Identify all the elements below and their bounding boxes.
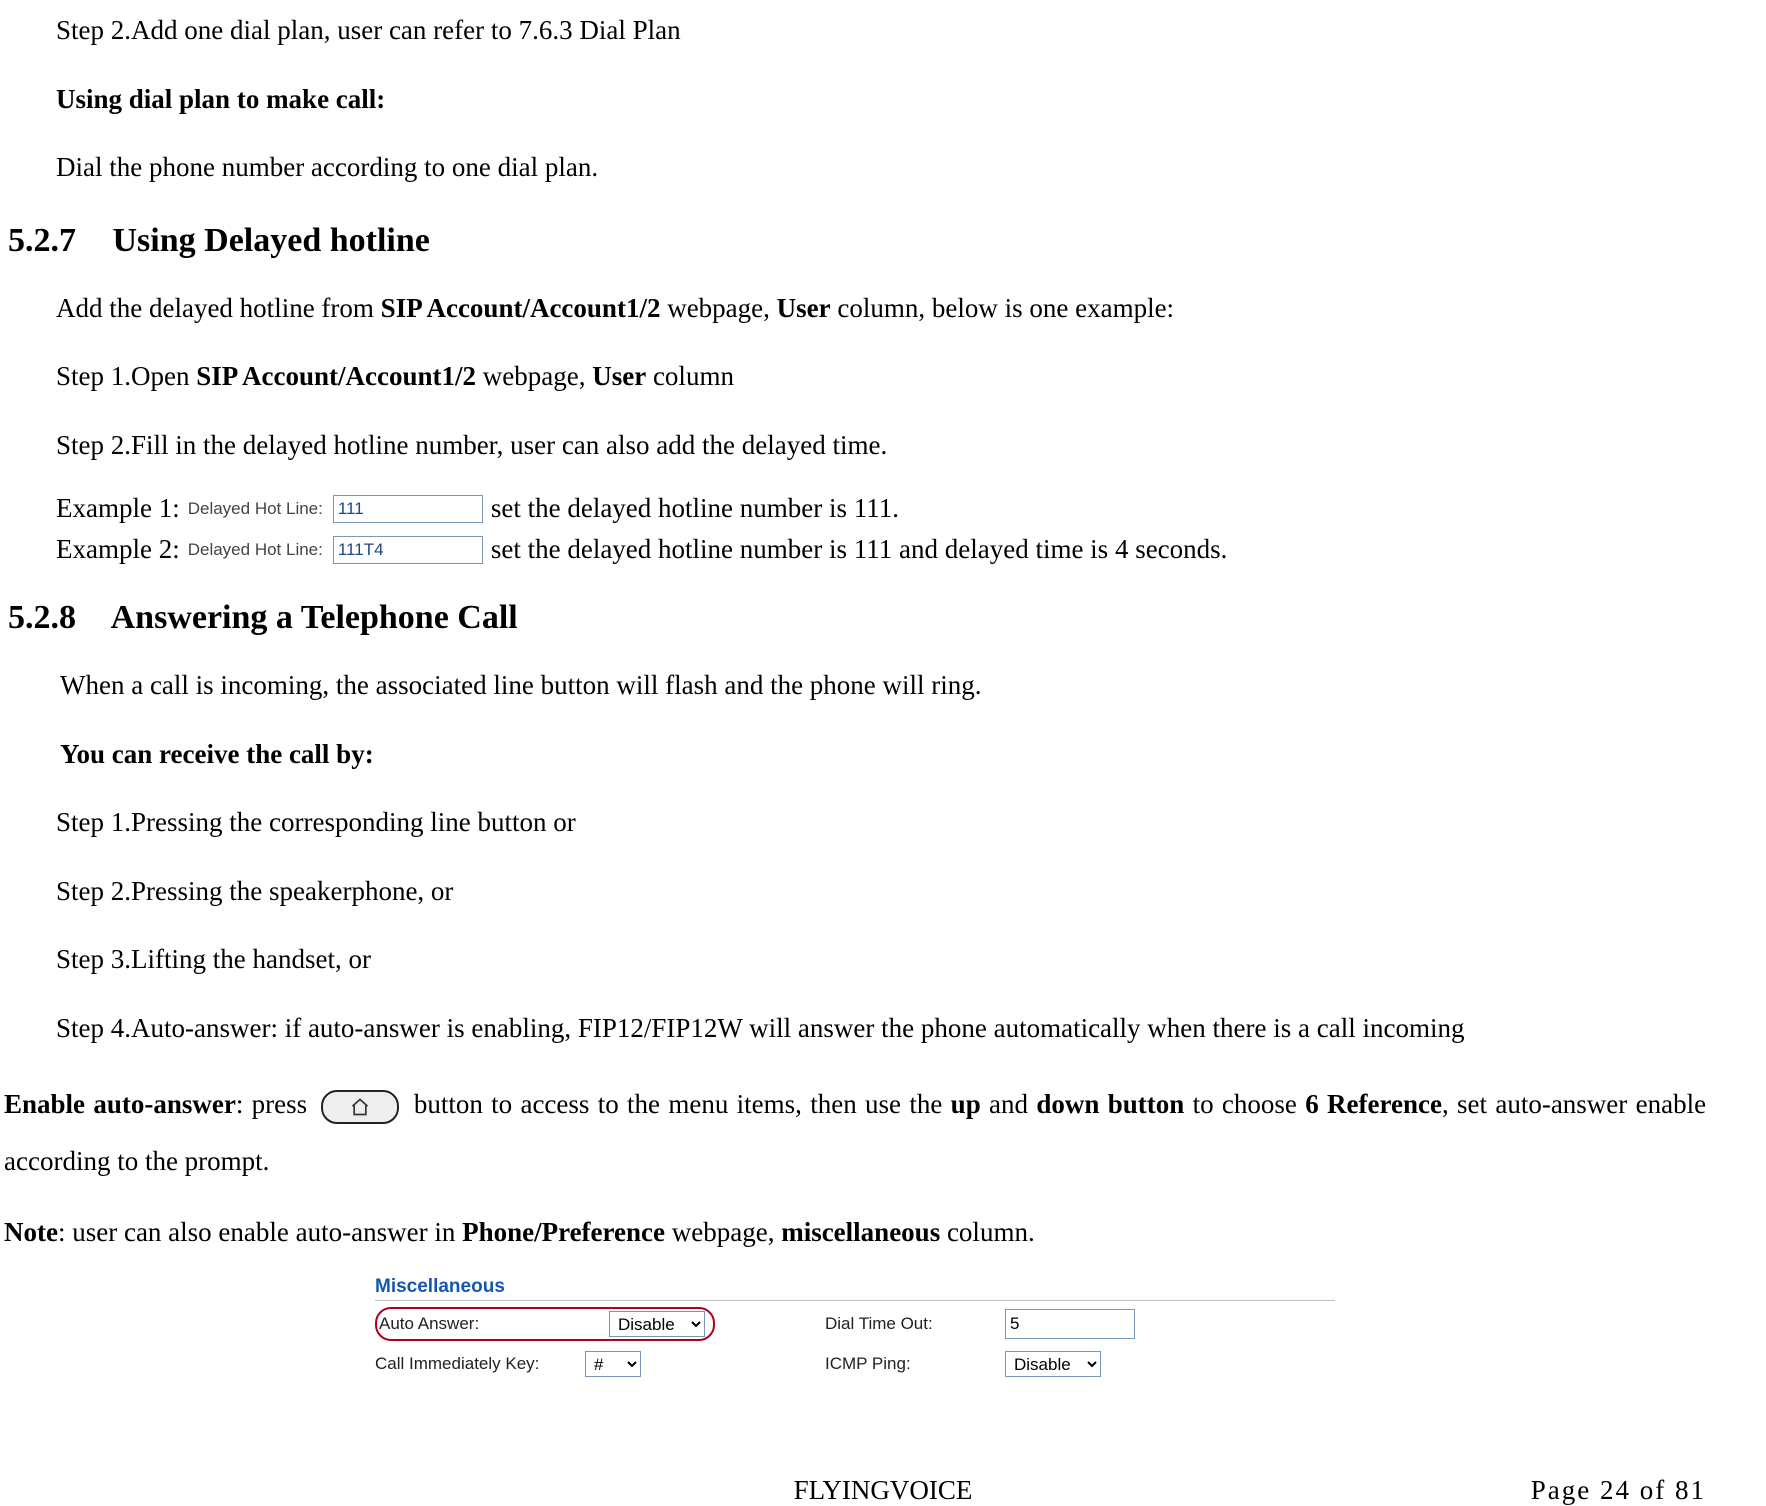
section-528-number: 5.2.8	[8, 599, 104, 637]
sec528-step2: Step 2.Pressing the speakerphone, or	[56, 871, 1706, 912]
delayed-hotline-input-1[interactable]	[333, 495, 483, 523]
text: column, below is one example:	[831, 293, 1174, 323]
text-bold: Phone/Preference	[462, 1217, 665, 1247]
note-line: Note: user can also enable auto-answer i…	[4, 1217, 1706, 1248]
section-527-number: 5.2.7	[8, 222, 104, 260]
using-dial-plan-heading: Using dial plan to make call:	[56, 79, 1706, 120]
footer-page-number: Page 24 of 81	[1531, 1475, 1706, 1506]
house-icon	[350, 1097, 370, 1117]
example-2-desc: set the delayed hotline number is 111 an…	[491, 534, 1228, 565]
auto-answer-label: Auto Answer:	[379, 1314, 579, 1334]
text: to choose	[1184, 1089, 1305, 1119]
call-immediately-label: Call Immediately Key:	[375, 1354, 585, 1374]
text: button to access to the menu items, then…	[414, 1089, 951, 1119]
icmp-ping-select[interactable]: Disable	[1005, 1351, 1101, 1377]
text-bold: down button	[1036, 1089, 1184, 1119]
section-527-title: Using Delayed hotline	[113, 222, 430, 259]
text-bold: SIP Account/Account1/2	[196, 361, 476, 391]
text: webpage,	[476, 361, 592, 391]
example-1-row: Example 1: Delayed Hot Line: set the del…	[56, 493, 1706, 524]
auto-answer-highlight: Auto Answer: Disable	[375, 1307, 715, 1341]
divider	[375, 1300, 1335, 1301]
miscellaneous-title: Miscellaneous	[375, 1276, 1335, 1298]
text: column.	[940, 1217, 1035, 1247]
text-bold: User	[592, 361, 646, 391]
miscellaneous-panel: Miscellaneous Auto Answer: Disable Dial …	[375, 1276, 1335, 1377]
delayed-hotline-ui-2: Delayed Hot Line:	[188, 536, 483, 564]
example-1-label: Example 1:	[56, 493, 180, 524]
sec528-intro: When a call is incoming, the associated …	[60, 665, 1706, 706]
dial-instruction: Dial the phone number according to one d…	[56, 147, 1706, 188]
text: webpage,	[660, 293, 776, 323]
text-bold: SIP Account/Account1/2	[381, 293, 661, 323]
example-2-label: Example 2:	[56, 534, 180, 565]
text-bold: up	[951, 1089, 981, 1119]
step2-add-dial-plan: Step 2.Add one dial plan, user can refer…	[56, 10, 1706, 51]
home-button-icon	[321, 1090, 399, 1124]
delayed-hotline-ui-1: Delayed Hot Line:	[188, 495, 483, 523]
text-bold: User	[777, 293, 831, 323]
section-528-heading: 5.2.8 Answering a Telephone Call	[8, 599, 1706, 637]
enable-auto-answer-line: Enable auto-answer: press button to acce…	[4, 1076, 1706, 1189]
text-bold: 6 Reference	[1305, 1089, 1442, 1119]
sec528-step4: Step 4.Auto-answer: if auto-answer is en…	[56, 1008, 1706, 1049]
example-2-row: Example 2: Delayed Hot Line: set the del…	[56, 534, 1706, 565]
text: and	[981, 1089, 1037, 1119]
text: webpage,	[665, 1217, 781, 1247]
text-bold: Note	[4, 1217, 58, 1247]
sec527-step1: Step 1.Open SIP Account/Account1/2 webpa…	[56, 356, 1706, 397]
call-immediately-select[interactable]: #	[585, 1351, 641, 1377]
delayed-hotline-input-2[interactable]	[333, 536, 483, 564]
footer-brand: FLYINGVOICE	[794, 1475, 973, 1506]
text: Step 1.Open	[56, 361, 196, 391]
text: : press	[236, 1089, 316, 1119]
auto-answer-select[interactable]: Disable	[609, 1311, 705, 1337]
sec528-receive-heading: You can receive the call by:	[60, 734, 1706, 775]
example-1-desc: set the delayed hotline number is 111.	[491, 493, 899, 524]
section-527-heading: 5.2.7 Using Delayed hotline	[8, 222, 1706, 260]
sec528-step1: Step 1.Pressing the corresponding line b…	[56, 802, 1706, 843]
text: column	[646, 361, 734, 391]
section-528-title: Answering a Telephone Call	[111, 599, 518, 636]
delayed-hotline-label: Delayed Hot Line:	[188, 499, 323, 519]
sec527-intro: Add the delayed hotline from SIP Account…	[56, 288, 1706, 329]
text: : user can also enable auto-answer in	[58, 1217, 462, 1247]
sec527-step2: Step 2.Fill in the delayed hotline numbe…	[56, 425, 1706, 466]
dial-timeout-label: Dial Time Out:	[825, 1314, 1005, 1334]
delayed-hotline-label: Delayed Hot Line:	[188, 540, 323, 560]
dial-timeout-input[interactable]	[1005, 1309, 1135, 1339]
sec528-step3: Step 3.Lifting the handset, or	[56, 939, 1706, 980]
text-bold: miscellaneous	[781, 1217, 940, 1247]
text-bold: Enable auto-answer	[4, 1089, 236, 1119]
icmp-ping-label: ICMP Ping:	[825, 1354, 1005, 1374]
text: Add the delayed hotline from	[56, 293, 381, 323]
